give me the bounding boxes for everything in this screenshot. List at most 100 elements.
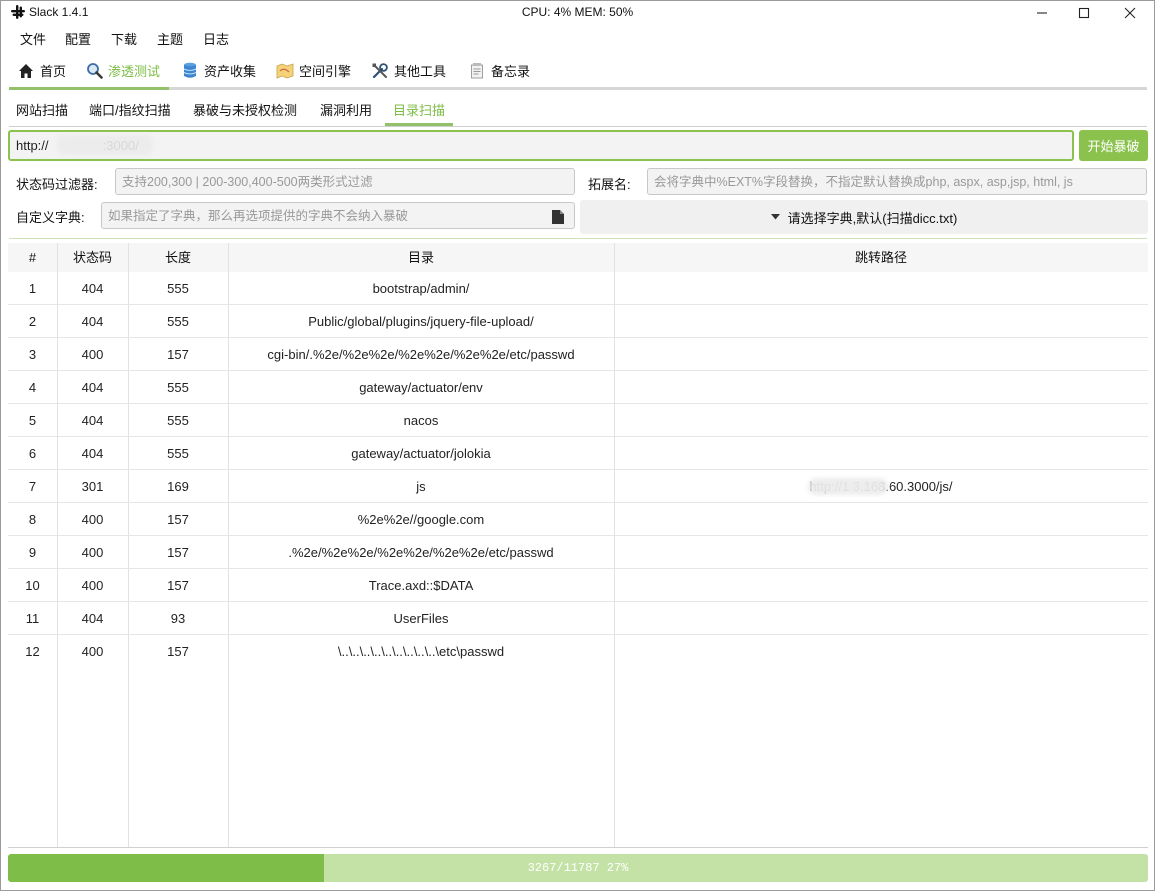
cell-directory: UserFiles (393, 611, 449, 626)
cell-status-code: 404 (81, 281, 104, 296)
target-url-input[interactable] (8, 130, 1074, 161)
tab-other-tools[interactable]: 其他工具 (371, 61, 446, 80)
dict-select-dropdown[interactable]: 请选择字典,默认(扫描dicc.txt) (580, 200, 1148, 234)
tab-space-engine[interactable]: 空间引擎 (276, 61, 351, 80)
main-tab-active-indicator (9, 87, 169, 90)
tab-memo[interactable]: 备忘录 (468, 61, 530, 80)
cell-redirect (614, 536, 1148, 569)
home-icon (17, 62, 35, 80)
cell-index: 2 (28, 314, 37, 329)
table-row[interactable]: 2 404 555 Public/global/plugins/jquery-f… (8, 305, 1148, 338)
file-icon[interactable] (551, 209, 565, 225)
table-row[interactable]: 10 400 157 Trace.axd::$DATA (8, 569, 1148, 602)
tab-memo-label: 备忘录 (491, 64, 531, 79)
header-directory[interactable]: 目录 (228, 243, 614, 272)
table-row[interactable]: 6 404 555 gateway/actuator/jolokia (8, 437, 1148, 470)
cell-index: 12 (25, 644, 40, 659)
custom-dict-label: 自定义字典: (16, 210, 85, 225)
table-row[interactable]: 7 301 169 js http://1 3.168.60.3000/js/ (8, 470, 1148, 503)
cell-redirect (614, 635, 1148, 668)
cell-index: 7 (28, 479, 37, 494)
tab-other-tools-label: 其他工具 (394, 64, 447, 79)
table-row[interactable]: 4 404 555 gateway/actuator/env (8, 371, 1148, 404)
header-redirect[interactable]: 跳转路径 (614, 243, 1148, 272)
cell-status-code: 400 (81, 545, 104, 560)
cell-length: 555 (167, 380, 189, 395)
cell-directory: cgi-bin/.%2e/%2e%2e/%2e%2e/%2e%2e/etc/pa… (267, 347, 575, 362)
memo-icon (468, 62, 486, 80)
menu-log[interactable]: 日志 (203, 29, 229, 48)
custom-dict-input[interactable] (101, 202, 575, 229)
cell-directory: %2e%2e//google.com (357, 512, 485, 527)
minimize-icon (1037, 12, 1047, 14)
cell-index: 8 (28, 512, 37, 527)
table-row[interactable]: 12 400 157 \..\..\..\..\..\..\..\..\..\e… (8, 635, 1148, 668)
menu-config[interactable]: 配置 (65, 29, 91, 48)
close-icon (1124, 7, 1136, 19)
tab-home[interactable]: 首页 (17, 61, 66, 80)
cell-status-code: 400 (81, 644, 104, 659)
menu-download[interactable]: 下载 (111, 29, 137, 48)
form-divider (9, 238, 1147, 239)
extension-input[interactable] (647, 168, 1147, 195)
cell-redirect (614, 602, 1148, 635)
table-row[interactable]: 8 400 157 %2e%2e//google.com (8, 503, 1148, 536)
menu-theme[interactable]: 主题 (157, 29, 183, 48)
cell-redirect (614, 404, 1148, 437)
subtab-port-scan[interactable]: 端口/指纹扫描 (89, 100, 171, 119)
results-table: # 状态码 长度 目录 跳转路径 1 404 555 bootstrap/adm… (8, 243, 1148, 847)
cell-length: 157 (167, 545, 189, 560)
minimize-button[interactable] (1019, 1, 1065, 25)
header-status-code[interactable]: 状态码 (57, 243, 128, 272)
tab-pentest-label: 渗透测试 (108, 64, 161, 79)
cell-index: 5 (28, 413, 37, 428)
table-bottom-border (8, 847, 1148, 848)
cell-status-code: 400 (81, 578, 104, 593)
table-row[interactable]: 5 404 555 nacos (8, 404, 1148, 437)
cell-redirect (614, 569, 1148, 602)
maximize-button[interactable] (1061, 1, 1107, 25)
close-button[interactable] (1107, 1, 1153, 25)
extension-label: 拓展名: (588, 177, 631, 192)
cell-status-code: 404 (81, 611, 104, 626)
cell-index: 9 (28, 545, 37, 560)
subtab-dir-scan[interactable]: 目录扫描 (393, 100, 445, 119)
subtab-brute-force[interactable]: 暴破与未授权检测 (193, 100, 297, 119)
tab-pentest[interactable]: 渗透测试 (85, 61, 160, 80)
app-window: Slack 1.4.1 CPU: 4% MEM: 50% 文件 配置 下载 主题… (0, 0, 1155, 891)
map-icon (276, 62, 294, 80)
header-index[interactable]: # (8, 243, 57, 272)
cell-redirect (614, 305, 1148, 338)
header-length[interactable]: 长度 (128, 243, 228, 272)
status-filter-input[interactable] (115, 168, 575, 195)
cell-length: 555 (167, 281, 189, 296)
cell-length: 555 (167, 413, 189, 428)
cell-redirect (614, 338, 1148, 371)
subtab-exploit[interactable]: 漏洞利用 (320, 100, 372, 119)
cell-redirect (614, 437, 1148, 470)
cell-index: 10 (25, 578, 40, 593)
cell-length: 157 (167, 644, 189, 659)
cell-directory: gateway/actuator/env (359, 380, 483, 395)
title-bar[interactable]: Slack 1.4.1 CPU: 4% MEM: 50% (1, 1, 1154, 25)
tab-assets[interactable]: 资产收集 (181, 61, 256, 80)
progress-text: 3267/11787 27% (527, 861, 629, 875)
tab-home-label: 首页 (40, 64, 67, 79)
cell-directory: nacos (403, 413, 439, 428)
cell-index: 3 (28, 347, 37, 362)
table-row[interactable]: 1 404 555 bootstrap/admin/ (8, 272, 1148, 305)
caret-down-icon (770, 214, 780, 220)
cell-status-code: 400 (81, 347, 104, 362)
scan-progress-bar: 3267/11787 27% (8, 854, 1148, 882)
cell-status-code: 400 (81, 512, 104, 527)
menu-file[interactable]: 文件 (20, 29, 46, 48)
table-row[interactable]: 9 400 157 .%2e/%2e%2e/%2e%2e/%2e%2e/etc/… (8, 536, 1148, 569)
table-row[interactable]: 11 404 93 UserFiles (8, 602, 1148, 635)
cell-index: 6 (28, 446, 37, 461)
subtab-web-scan[interactable]: 网站扫描 (16, 100, 68, 119)
table-row[interactable]: 3 400 157 cgi-bin/.%2e/%2e%2e/%2e%2e/%2e… (8, 338, 1148, 371)
start-brute-button[interactable]: 开始暴破 (1079, 130, 1148, 161)
main-tab-track (9, 87, 1147, 90)
cell-redirect (614, 272, 1148, 305)
redacted-redirect-blur (808, 478, 888, 495)
